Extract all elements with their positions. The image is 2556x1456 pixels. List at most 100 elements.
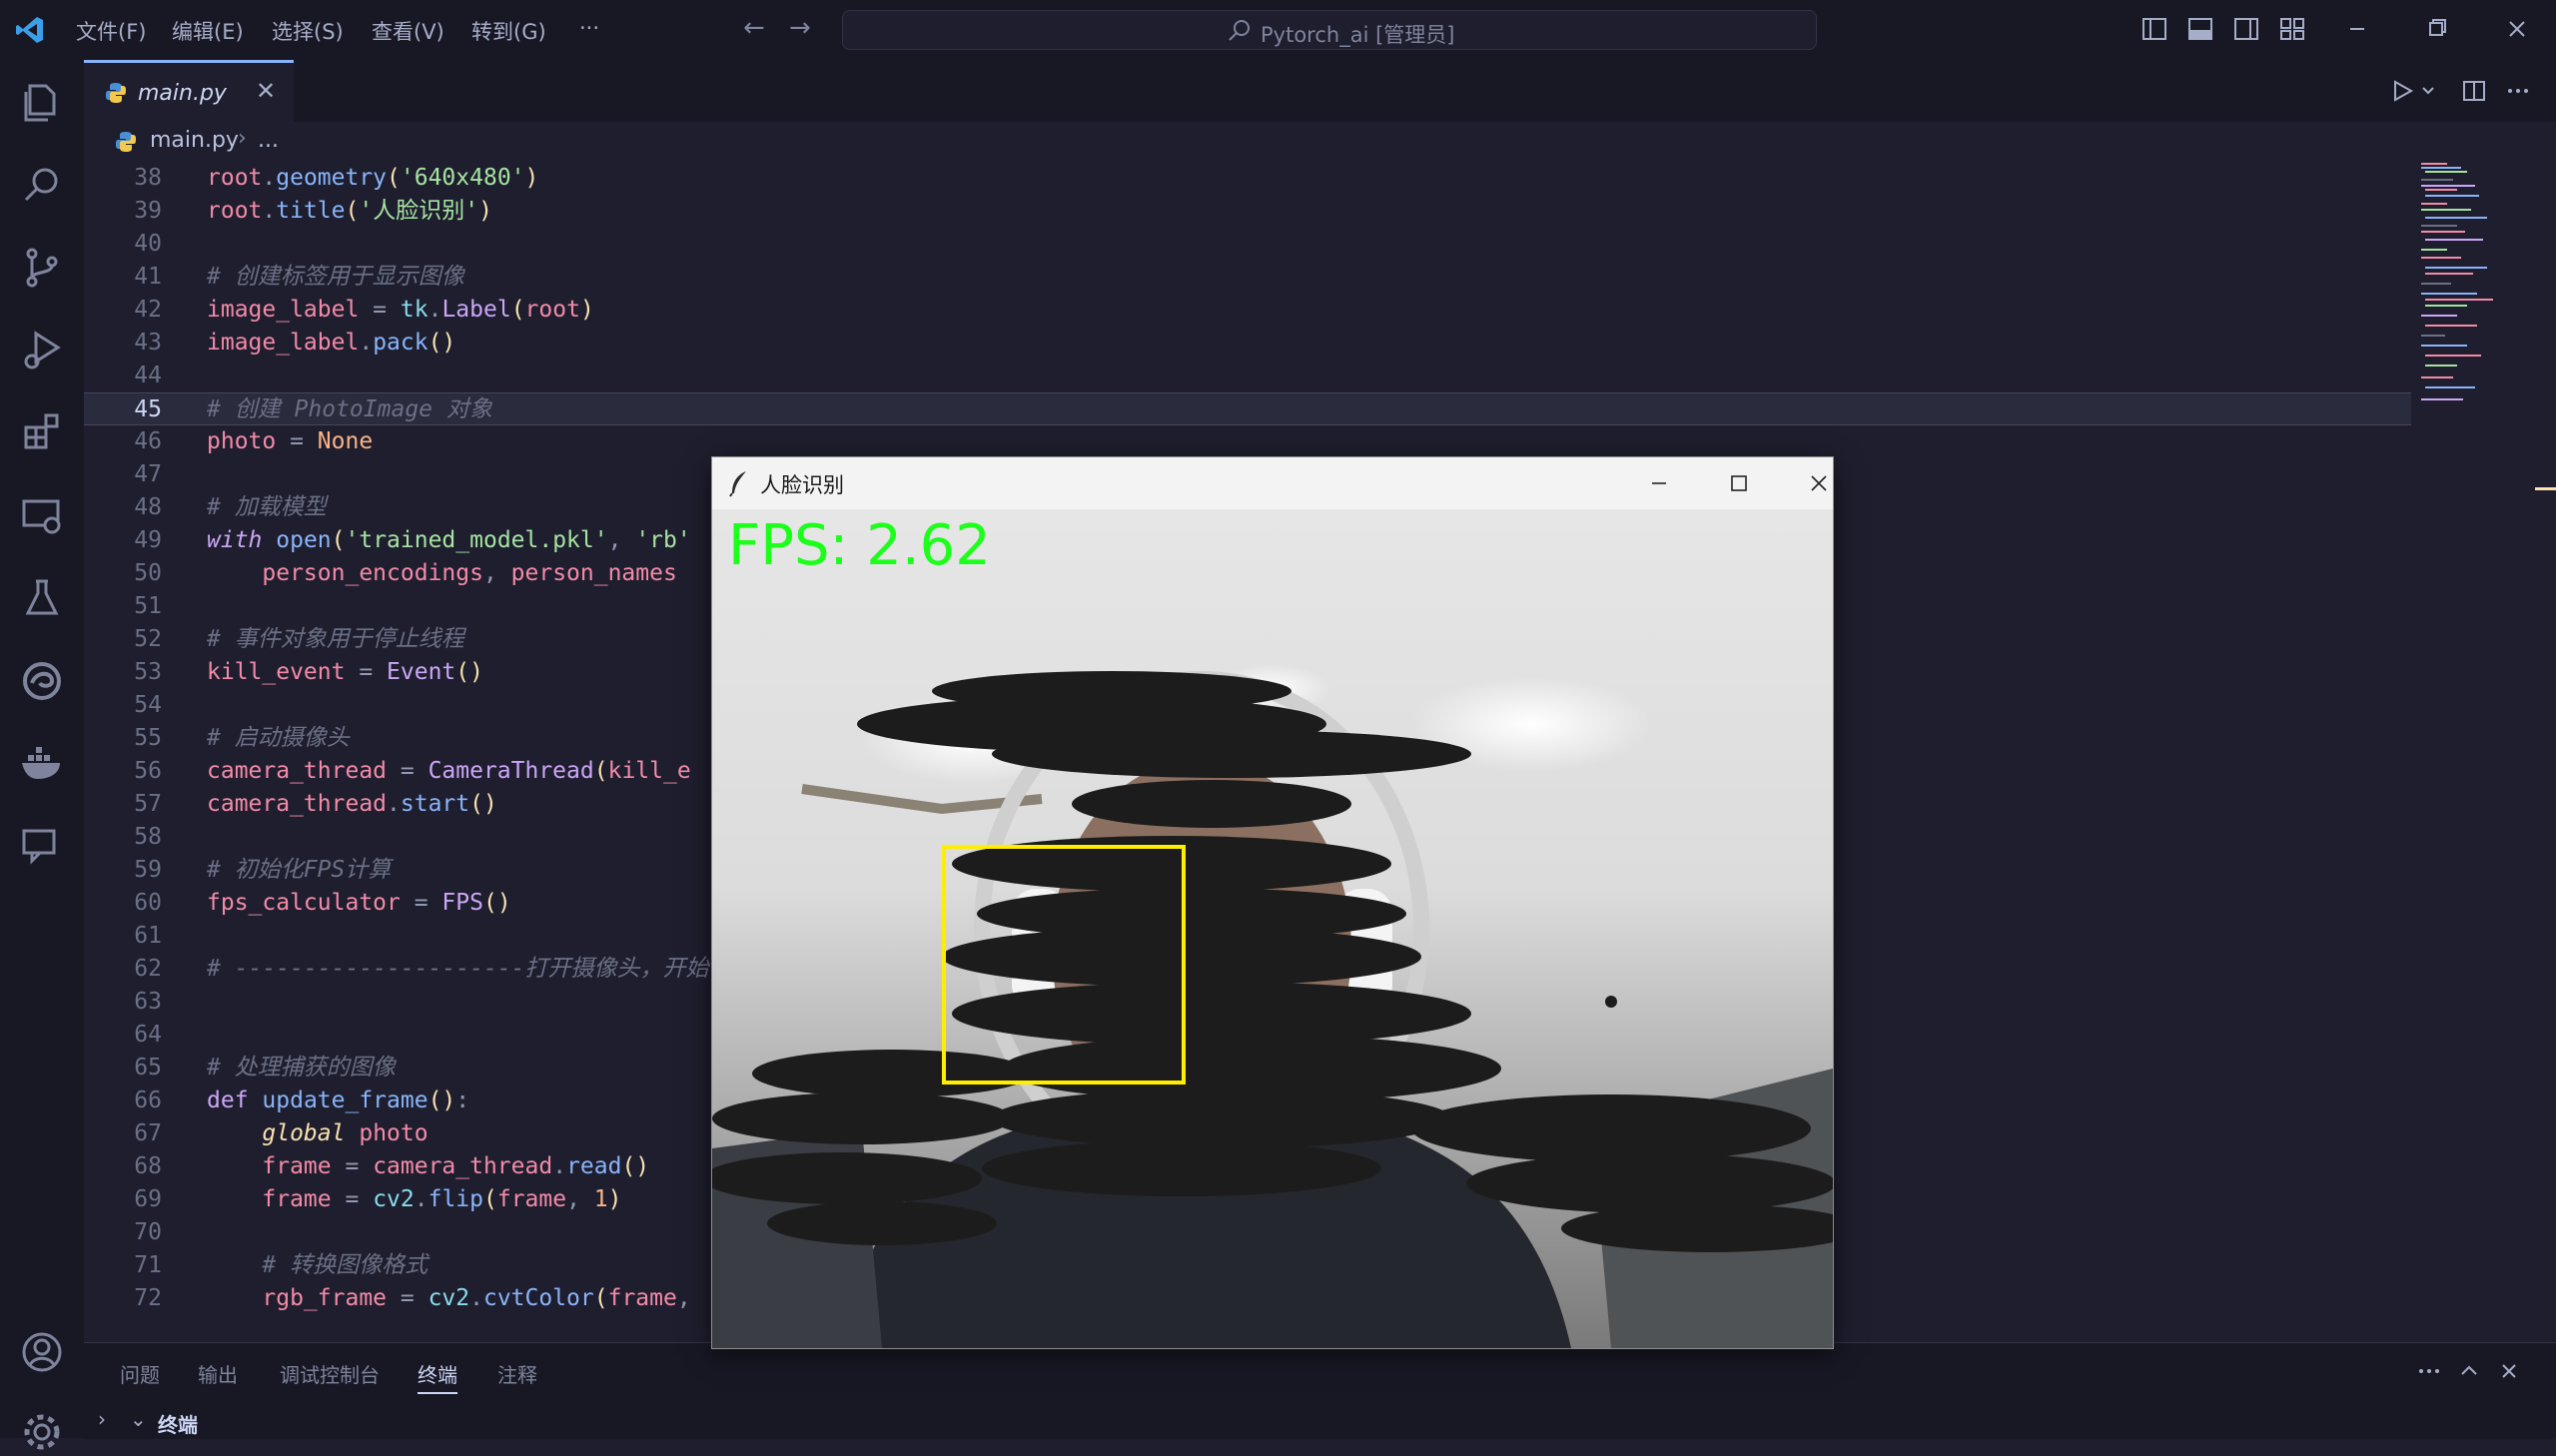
tk-close-icon[interactable]	[1789, 467, 1849, 499]
python-file-icon	[116, 132, 136, 152]
terminal-label: 终端	[158, 1413, 198, 1437]
terminal-section-header[interactable]: › ⌄ 终端	[84, 1403, 2556, 1439]
code-line-current[interactable]: 45 # 创建 PhotoImage 对象	[84, 392, 2411, 425]
code-line[interactable]: 40	[84, 228, 2411, 261]
code-text: image_label = tk.Label(root)	[207, 297, 594, 323]
menu-selection[interactable]: 选择(S)	[272, 16, 344, 46]
docker-icon[interactable]	[18, 739, 66, 787]
remote-explorer-icon[interactable]	[18, 491, 66, 539]
command-center-label: Pytorch_ai [管理员]	[1261, 23, 1455, 47]
minimize-icon[interactable]	[2337, 12, 2377, 46]
more-actions-icon[interactable]	[2503, 76, 2533, 106]
run-python-file-icon[interactable]	[2387, 76, 2417, 106]
code-text: def update_frame():	[207, 1088, 470, 1113]
command-center-search[interactable]: Pytorch_ai [管理员]	[842, 10, 1817, 50]
line-number: 67	[134, 1120, 162, 1146]
panel-tab-debug-console[interactable]: 调试控制台	[280, 1359, 380, 1388]
line-number: 48	[134, 494, 162, 520]
menu-view[interactable]: 查看(V)	[372, 16, 444, 46]
code-text: root.geometry('640x480')	[207, 165, 539, 191]
line-number: 53	[134, 659, 162, 685]
menu-file[interactable]: 文件(F)	[76, 16, 146, 46]
source-control-icon[interactable]	[18, 244, 66, 292]
tab-main-py[interactable]: main.py ✕	[84, 60, 294, 122]
line-number: 65	[134, 1055, 162, 1081]
bottom-panel: 问题 输出 调试控制台 终端 注释 › ⌄ 终端	[84, 1342, 2556, 1439]
accounts-icon[interactable]	[18, 1328, 66, 1376]
customize-layout-icon[interactable]	[2279, 16, 2305, 42]
code-text: kill_event = Event()	[207, 659, 483, 685]
panel-tab-output[interactable]: 输出	[198, 1359, 238, 1388]
code-comment: # 创建标签用于显示图像	[207, 264, 464, 290]
tab-close-icon[interactable]: ✕	[256, 77, 276, 105]
chevron-right-icon[interactable]: ›	[98, 1407, 106, 1431]
line-number: 61	[134, 923, 162, 949]
tab-label: main.py	[138, 81, 227, 106]
split-editor-icon[interactable]	[2459, 76, 2489, 106]
camera-feed-scene	[712, 509, 1833, 1348]
close-window-icon[interactable]	[2497, 12, 2537, 46]
comments-icon[interactable]	[18, 821, 66, 869]
line-number: 42	[134, 297, 162, 323]
code-text: person_encodings, person_names	[262, 560, 677, 586]
panel-tab-terminal[interactable]: 终端	[418, 1359, 457, 1394]
explorer-icon[interactable]	[18, 78, 66, 126]
line-number: 69	[134, 1186, 162, 1212]
code-line[interactable]: 38 root.geometry('640x480')	[84, 162, 2411, 195]
code-comment: # 启动摄像头	[207, 725, 350, 751]
maximize-panel-chevron-up-icon[interactable]	[2455, 1357, 2483, 1385]
edge-browser-icon[interactable]	[18, 657, 66, 705]
line-number: 63	[134, 989, 162, 1015]
testing-flask-icon[interactable]	[18, 573, 66, 621]
panel-tab-problems[interactable]: 问题	[120, 1359, 160, 1388]
tk-maximize-icon[interactable]	[1709, 467, 1769, 499]
line-number: 60	[134, 890, 162, 916]
breadcrumb-separator: ›	[238, 126, 247, 151]
panel-tab-comments[interactable]: 注释	[497, 1359, 537, 1388]
breadcrumb-symbols[interactable]: ...	[258, 128, 279, 153]
scrollbar-position-marker	[2535, 487, 2556, 490]
code-line[interactable]: 43 image_label.pack()	[84, 327, 2411, 360]
run-dropdown-chevron-icon[interactable]	[2417, 76, 2447, 106]
line-number: 43	[134, 330, 162, 356]
forward-arrow-icon[interactable]: →	[789, 13, 811, 43]
search-icon[interactable]	[18, 162, 66, 210]
run-debug-icon[interactable]	[18, 326, 66, 373]
menu-more[interactable]: ···	[579, 16, 599, 40]
code-line[interactable]: 44	[84, 360, 2411, 392]
minimap[interactable]	[2417, 160, 2537, 419]
code-line[interactable]: 42 image_label = tk.Label(root)	[84, 294, 2411, 327]
close-panel-icon[interactable]	[2495, 1357, 2523, 1385]
activity-bar	[0, 60, 84, 1450]
toggle-panel-icon[interactable]	[2187, 16, 2213, 42]
line-number: 57	[134, 791, 162, 817]
restore-icon[interactable]	[2417, 12, 2457, 46]
menu-goto[interactable]: 转到(G)	[471, 16, 546, 46]
code-line[interactable]: 41 # 创建标签用于显示图像	[84, 261, 2411, 294]
line-number: 70	[134, 1219, 162, 1245]
toggle-secondary-sidebar-icon[interactable]	[2233, 16, 2259, 42]
python-file-icon	[106, 83, 126, 103]
extensions-icon[interactable]	[18, 407, 66, 455]
search-icon	[1229, 20, 1250, 41]
breadcrumb-file[interactable]: main.py	[150, 128, 239, 153]
toggle-primary-sidebar-icon[interactable]	[2141, 16, 2167, 42]
line-number: 50	[134, 560, 162, 586]
face-recognition-window[interactable]: 人脸识别 FPS: 2.62	[711, 456, 1834, 1349]
code-text: global photo	[262, 1120, 428, 1146]
line-number: 71	[134, 1252, 162, 1278]
code-comment: # ---------------------打开摄像头，开始	[207, 956, 709, 982]
line-number: 66	[134, 1088, 162, 1113]
settings-gear-icon[interactable]	[18, 1408, 66, 1456]
tk-minimize-icon[interactable]	[1629, 467, 1689, 499]
code-text: root.title('人脸识别')	[207, 198, 492, 224]
line-number: 52	[134, 626, 162, 652]
menu-edit[interactable]: 编辑(E)	[172, 16, 244, 46]
back-arrow-icon[interactable]: ←	[743, 13, 765, 43]
panel-more-actions-icon[interactable]	[2415, 1357, 2443, 1385]
code-line[interactable]: 39 root.title('人脸识别')	[84, 195, 2411, 228]
code-text: frame = camera_thread.read()	[262, 1153, 650, 1179]
code-line[interactable]: 46 photo = None	[84, 425, 2411, 458]
chevron-down-icon[interactable]: ⌄	[130, 1407, 147, 1431]
tk-window-titlebar[interactable]: 人脸识别	[712, 457, 1833, 509]
